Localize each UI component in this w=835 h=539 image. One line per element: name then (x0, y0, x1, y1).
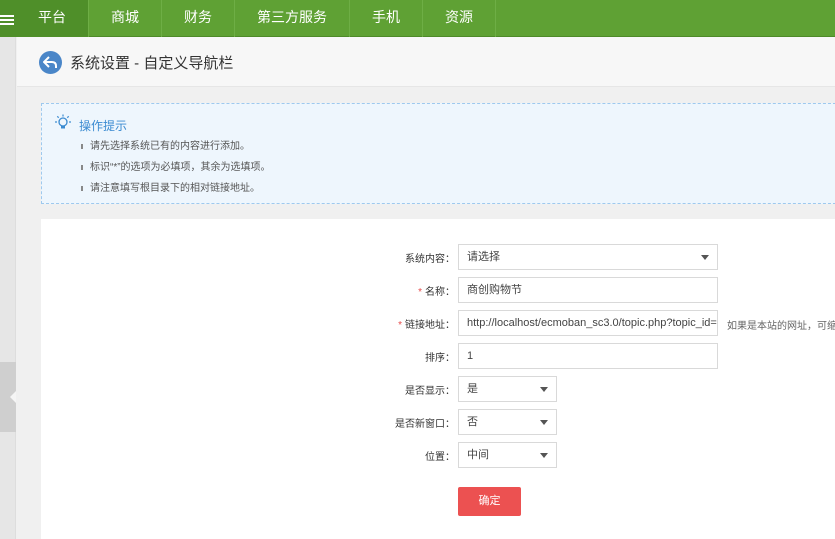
required-mark: * (418, 287, 422, 298)
system-content-value: 请选择 (467, 251, 500, 263)
back-arrow-icon (43, 56, 57, 68)
row-new-window: 是否新窗口： 否 (41, 409, 835, 435)
nav-form: 系统内容： 请选择 * 名称： 商创购物节 * 链接地址： http://local… (41, 219, 835, 539)
tab-mall[interactable]: 商城 (89, 0, 162, 37)
row-system-content: 系统内容： 请选择 (41, 244, 835, 270)
name-label: * 名称： (418, 283, 455, 298)
required-mark: * (398, 320, 402, 331)
tip-item: 标识“*”的选项为必填项，其余为选填项。 (79, 161, 271, 182)
tip-item: 请先选择系统已有的内容进行添加。 (79, 140, 271, 161)
row-name: * 名称： 商创购物节 (41, 277, 835, 303)
position-value: 中间 (467, 449, 489, 461)
name-input[interactable]: 商创购物节 (458, 277, 718, 303)
main-nav: 平台 商城 财务 第三方服务 手机 资源 (16, 0, 496, 37)
tip-item: 请注意填写根目录下的相对链接地址。 (79, 182, 271, 203)
chevron-down-icon (701, 255, 709, 260)
position-select[interactable]: 中间 (458, 442, 557, 468)
order-label: 排序： (425, 353, 455, 364)
position-label: 位置： (425, 452, 455, 463)
new-window-value: 否 (467, 416, 478, 428)
row-order: 排序： 1 (41, 343, 835, 369)
show-value: 是 (467, 383, 478, 395)
page-header: 系统设置 - 自定义导航栏 (17, 37, 835, 87)
tab-platform[interactable]: 平台 (16, 0, 89, 37)
tips-title: 操作提示 (79, 119, 128, 133)
new-window-select[interactable]: 否 (458, 409, 557, 435)
row-link: * 链接地址： http://localhost/ecmoban_sc3.0/to… (41, 310, 835, 336)
tips-list: 请先选择系统已有的内容进行添加。 标识“*”的选项为必填项，其余为选填项。 请注… (79, 140, 271, 203)
new-window-label: 是否新窗口： (395, 419, 455, 430)
system-content-label: 系统内容： (405, 254, 455, 265)
chevron-down-icon (540, 387, 548, 392)
back-button[interactable] (39, 51, 62, 74)
top-nav-bar: 平台 商城 财务 第三方服务 手机 资源 (0, 0, 835, 37)
lightbulb-icon (55, 114, 71, 129)
tab-resources[interactable]: 资源 (423, 0, 496, 37)
link-label: * 链接地址： (398, 316, 455, 331)
show-label: 是否显示： (405, 386, 455, 397)
show-select[interactable]: 是 (458, 376, 557, 402)
menu-icon[interactable] (0, 0, 16, 37)
link-input[interactable]: http://localhost/ecmoban_sc3.0/topic.php… (458, 310, 718, 336)
system-content-select[interactable]: 请选择 (458, 244, 718, 270)
link-label-text: 链接地址： (405, 320, 455, 331)
chevron-down-icon (540, 453, 548, 458)
name-label-text: 名称： (425, 287, 455, 298)
row-show: 是否显示： 是 (41, 376, 835, 402)
row-position: 位置： 中间 (41, 442, 835, 468)
sidebar (0, 37, 16, 539)
tab-finance[interactable]: 财务 (162, 0, 235, 37)
page-title: 系统设置 - 自定义导航栏 (70, 55, 234, 72)
order-input[interactable]: 1 (458, 343, 718, 369)
main-content: 系统设置 - 自定义导航栏 操作提示 请先选择系统已有的内容进行添加。 标识“*… (17, 37, 835, 539)
sidebar-collapse-button[interactable] (0, 362, 16, 432)
tab-mobile[interactable]: 手机 (350, 0, 423, 37)
collapse-left-icon (10, 391, 16, 403)
tab-third-party[interactable]: 第三方服务 (235, 0, 350, 37)
link-hint: 如果是本站的网址，可缩 (727, 321, 835, 332)
chevron-down-icon (540, 420, 548, 425)
submit-button[interactable]: 确定 (458, 487, 521, 516)
operation-tips-panel: 操作提示 请先选择系统已有的内容进行添加。 标识“*”的选项为必填项，其余为选填… (41, 103, 835, 204)
